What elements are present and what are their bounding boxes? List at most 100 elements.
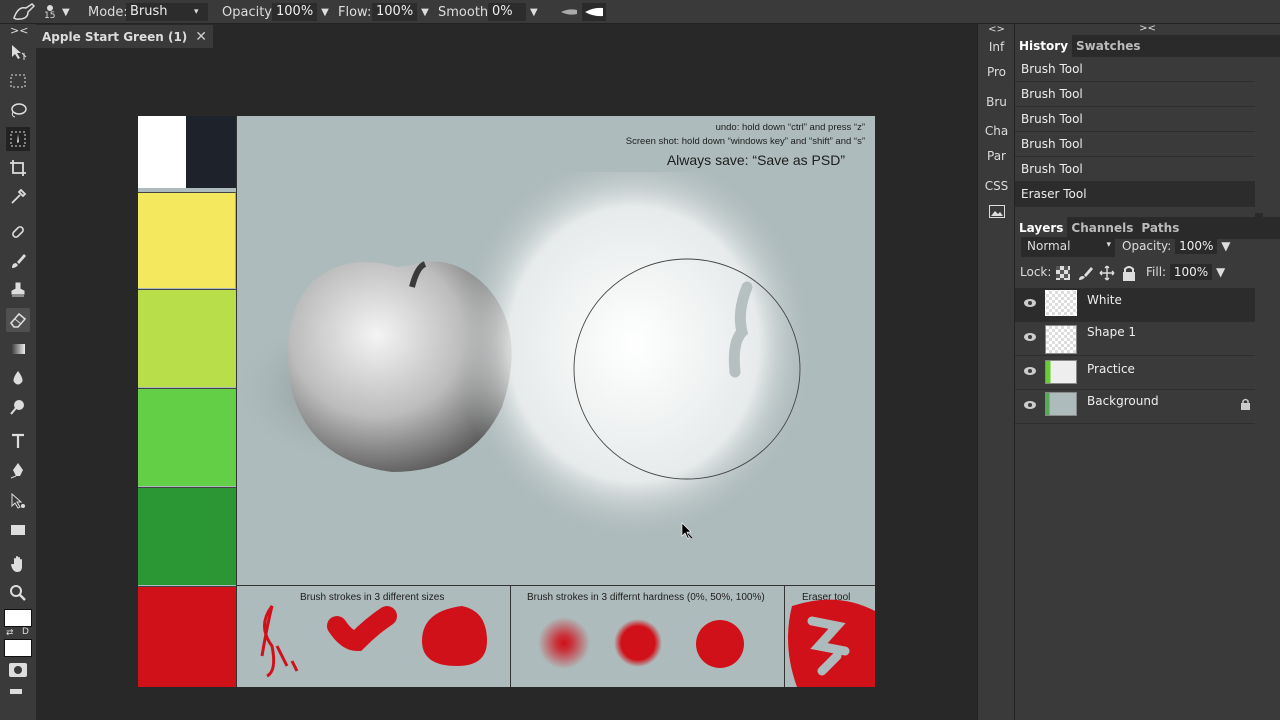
panel-info[interactable]: Inf [978, 40, 1015, 54]
lock-transparency-icon[interactable] [1055, 265, 1071, 281]
chevron-down-icon: ▼ [1221, 239, 1231, 253]
pen-tool[interactable] [6, 458, 30, 482]
layer-name: Practice [1087, 362, 1135, 376]
panel-paragraph[interactable]: Par [978, 149, 1015, 163]
eye-icon[interactable] [1023, 298, 1037, 308]
tab-swatches[interactable]: Swatches [1072, 35, 1145, 57]
eye-icon[interactable] [1023, 366, 1037, 376]
flow-value: 100% [372, 3, 418, 21]
lock-position-icon[interactable] [1099, 265, 1115, 281]
brush-size-dropdown[interactable]: ▼ [58, 0, 70, 24]
hand-tool[interactable] [6, 552, 30, 576]
collapse-panels-button[interactable]: >< [1015, 24, 1280, 34]
layer-name: White [1087, 293, 1122, 307]
dodge-icon [10, 400, 24, 415]
swatch-red [138, 586, 237, 687]
layer-row-shape[interactable]: Shape 1 [1015, 322, 1255, 356]
history-item[interactable]: Brush Tool [1015, 82, 1255, 107]
history-item[interactable]: Brush Tool [1015, 132, 1255, 157]
layer-row-background[interactable]: Background [1015, 390, 1255, 424]
save-hint: Always save: “Save as PSD” [666, 152, 845, 168]
quick-select-tool[interactable] [6, 127, 30, 151]
path-select-icon [11, 492, 25, 509]
chevron-down-icon: ▼ [421, 6, 429, 18]
smooth-input[interactable]: 0% ▼ [488, 0, 538, 24]
blur-tool[interactable] [6, 366, 30, 390]
history-scrollbar[interactable] [1255, 213, 1263, 233]
zoom-tool[interactable] [6, 581, 30, 605]
pressure-opacity-toggle[interactable] [560, 0, 578, 24]
eye-icon[interactable] [1023, 400, 1037, 410]
layer-opacity-label: Opacity: [1122, 239, 1172, 253]
tab-layers[interactable]: Layers [1015, 217, 1068, 239]
quick-select-icon [10, 131, 26, 147]
tab-paths[interactable]: Paths [1137, 217, 1183, 239]
history-item[interactable]: Brush Tool [1015, 57, 1255, 82]
pressure-size-toggle[interactable] [582, 0, 606, 24]
opacity-input[interactable]: 100% ▼ [272, 0, 329, 24]
move-tool[interactable] [6, 40, 30, 64]
history-item-selected[interactable]: Eraser Tool [1015, 182, 1255, 207]
image-icon [988, 205, 1005, 218]
history-item[interactable]: Brush Tool [1015, 107, 1255, 132]
fill-control[interactable]: Fill: 100% ▼ [1146, 264, 1225, 280]
layer-name: Shape 1 [1087, 325, 1137, 339]
lasso-tool[interactable] [6, 98, 30, 122]
crop-icon [10, 160, 26, 176]
collapse-toolbar-button[interactable]: >< [10, 24, 28, 37]
layer-row-white[interactable]: White [1015, 288, 1255, 322]
flow-input[interactable]: 100% ▼ [372, 0, 429, 24]
eye-icon[interactable] [1023, 332, 1037, 342]
lock-all-icon[interactable] [1121, 265, 1137, 281]
tab-document[interactable]: Apple Start Green (1) ✕ [36, 25, 214, 48]
brush-size-value: 15 [44, 11, 56, 21]
healing-tool[interactable] [6, 220, 30, 244]
stamp-tool[interactable] [6, 278, 30, 302]
layer-row-practice[interactable]: Practice [1015, 356, 1255, 390]
swatch-black [186, 116, 237, 188]
dodge-tool[interactable] [6, 395, 30, 419]
history-list: Brush Tool Brush Tool Brush Tool Brush T… [1015, 57, 1280, 233]
layer-opacity-control[interactable]: Opacity: 100% ▼ [1122, 238, 1231, 254]
rectangle-icon [11, 525, 25, 535]
marquee-tool[interactable] [6, 69, 30, 93]
swap-colors-icon[interactable]: ⇄ [6, 628, 14, 638]
hand-icon [11, 556, 22, 572]
history-item[interactable]: Brush Tool [1015, 157, 1255, 182]
document-canvas[interactable]: undo: hold down “ctrl” and press “z” Scr… [138, 116, 875, 687]
pressure-icon [561, 9, 577, 15]
brush-tool[interactable] [6, 249, 30, 273]
panel-image[interactable] [978, 205, 1015, 221]
swatch-yellow-green [138, 289, 237, 387]
type-tool[interactable] [6, 429, 30, 453]
eraser-tool[interactable] [6, 308, 30, 332]
tab-channels[interactable]: Channels [1067, 217, 1137, 239]
lock-pixels-icon[interactable] [1077, 265, 1093, 281]
brush-preset-picker[interactable] [10, 0, 36, 24]
panel-character[interactable]: Cha [978, 124, 1015, 138]
brush-size-picker[interactable]: 15 [44, 0, 55, 24]
fill-value: 100% [1169, 264, 1213, 280]
mode-select[interactable]: Brush ▾ [126, 0, 208, 24]
default-colors-button[interactable]: D [22, 627, 29, 637]
panel-css[interactable]: CSS [978, 179, 1015, 193]
tab-history[interactable]: History [1015, 35, 1073, 57]
rectangle-tool[interactable] [6, 518, 30, 542]
document-title: Apple Start Green (1) [42, 29, 188, 44]
path-select-tool[interactable] [6, 489, 30, 513]
gradient-tool[interactable] [6, 337, 30, 361]
expand-panels-button[interactable]: <> [978, 24, 1015, 35]
panel-properties[interactable]: Pro [978, 65, 1015, 79]
swatch-yellow [138, 192, 237, 288]
eyedropper-tool[interactable] [6, 185, 30, 209]
panel-brush[interactable]: Bru [978, 95, 1015, 109]
foreground-color-swatch[interactable] [4, 609, 32, 627]
pen-icon [10, 463, 23, 479]
background-color-swatch[interactable] [4, 639, 32, 657]
quick-mask-button[interactable] [9, 663, 27, 677]
blend-mode-select[interactable]: Normal ▾ [1021, 237, 1115, 257]
close-icon[interactable]: ✕ [195, 29, 207, 45]
lasso-icon [11, 103, 27, 118]
crop-tool[interactable] [6, 156, 30, 180]
screen-mode-button[interactable] [10, 689, 22, 694]
